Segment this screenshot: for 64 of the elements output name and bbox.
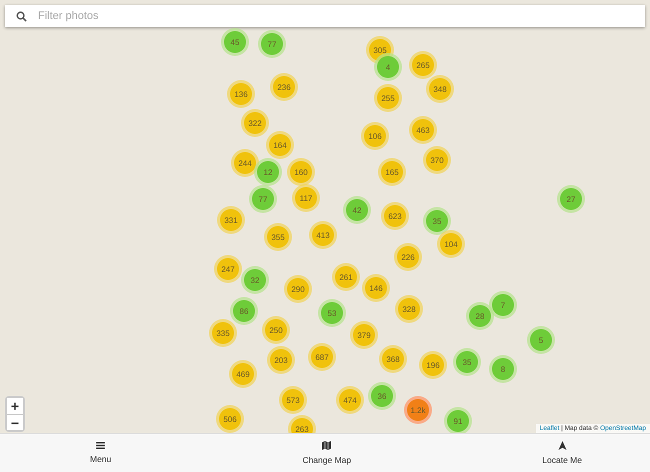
cluster-marker[interactable]: 104 (440, 233, 462, 255)
cluster-marker[interactable]: 263 (291, 418, 313, 433)
cluster-marker[interactable]: 35 (456, 351, 478, 373)
cluster-marker[interactable]: 290 (287, 278, 309, 300)
cluster-marker[interactable]: 255 (377, 87, 399, 109)
cluster-marker[interactable]: 77 (252, 188, 274, 210)
cluster-marker[interactable]: 136 (230, 83, 252, 105)
cluster-marker[interactable]: 687 (311, 346, 333, 368)
search-field[interactable]: Filter photos (5, 5, 645, 27)
cluster-marker[interactable]: 322 (244, 112, 266, 134)
cluster-marker[interactable]: 42 (346, 199, 368, 221)
cluster-marker[interactable]: 247 (217, 258, 239, 280)
navigation-arrow-icon (558, 441, 567, 450)
cluster-marker[interactable]: 53 (321, 302, 343, 324)
menu-button[interactable]: Menu (82, 434, 120, 472)
cluster-marker[interactable]: 328 (398, 298, 420, 320)
cluster-marker[interactable]: 226 (397, 246, 419, 268)
cluster-marker[interactable]: 331 (220, 209, 242, 231)
cluster-marker[interactable]: 28 (469, 305, 491, 327)
cluster-marker[interactable]: 45 (224, 31, 246, 53)
cluster-marker[interactable]: 165 (381, 161, 403, 183)
cluster-marker[interactable]: 250 (265, 319, 287, 341)
cluster-marker[interactable]: 203 (270, 349, 292, 371)
cluster-marker[interactable]: 12 (257, 161, 279, 183)
cluster-marker[interactable]: 348 (429, 78, 451, 100)
cluster-marker[interactable]: 244 (234, 152, 256, 174)
cluster-marker[interactable]: 573 (282, 389, 304, 411)
cluster-marker[interactable]: 1.2k (407, 399, 429, 421)
cluster-marker[interactable]: 106 (364, 125, 386, 147)
cluster-marker[interactable]: 379 (353, 324, 375, 346)
cluster-marker[interactable]: 91 (447, 410, 469, 432)
cluster-marker[interactable]: 146 (365, 277, 387, 299)
cluster-marker[interactable]: 623 (384, 205, 406, 227)
cluster-marker[interactable]: 7 (492, 294, 514, 316)
cluster-marker[interactable]: 261 (335, 266, 357, 288)
cluster-marker[interactable]: 463 (412, 119, 434, 141)
cluster-marker[interactable]: 8 (492, 358, 514, 380)
cluster-marker[interactable]: 368 (382, 348, 404, 370)
cluster-marker[interactable]: 474 (339, 389, 361, 411)
cluster-marker[interactable]: 265 (412, 54, 434, 76)
cluster-marker[interactable]: 160 (290, 161, 312, 183)
cluster-marker[interactable]: 164 (269, 134, 291, 156)
cluster-marker[interactable]: 36 (371, 385, 393, 407)
locate-button[interactable]: Locate Me (534, 434, 590, 472)
cluster-marker[interactable]: 117 (295, 187, 317, 209)
cluster-marker[interactable]: 506 (219, 408, 241, 430)
cluster-marker[interactable]: 86 (233, 300, 255, 322)
map-icon (322, 441, 332, 450)
cluster-marker[interactable]: 370 (426, 149, 448, 171)
menu-icon (96, 442, 106, 449)
cluster-marker[interactable]: 236 (273, 76, 295, 98)
cluster-marker[interactable]: 35 (426, 210, 448, 232)
cluster-marker[interactable]: 469 (232, 363, 254, 385)
cluster-marker[interactable]: 4 (377, 56, 399, 78)
cluster-marker[interactable]: 413 (312, 224, 334, 246)
cluster-marker[interactable]: 32 (244, 269, 266, 291)
zoom-out-button[interactable]: − (7, 414, 23, 430)
cluster-marker[interactable]: 355 (267, 226, 289, 248)
change-map-button[interactable]: Change Map (294, 434, 360, 472)
cluster-marker[interactable]: 196 (422, 354, 444, 376)
cluster-marker[interactable]: 27 (560, 188, 582, 210)
cluster-marker[interactable]: 5 (530, 329, 552, 351)
cluster-marker[interactable]: 335 (212, 322, 234, 344)
cluster-marker[interactable]: 77 (261, 33, 283, 55)
